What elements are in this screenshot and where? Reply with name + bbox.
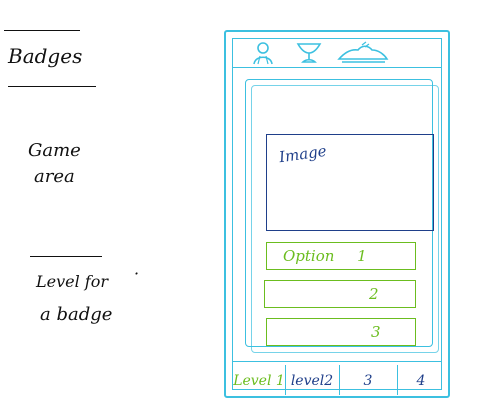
tab-level-1[interactable]: Level 1 — [233, 365, 285, 397]
phone-inner-frame: Image Option 1 2 3 Level 1 level2 3 4 — [232, 38, 442, 395]
level-note-dot: · — [134, 264, 140, 283]
badges-bottom-rule — [8, 86, 96, 87]
tab-divider-3 — [397, 365, 398, 395]
toolbar-separator — [233, 67, 441, 68]
game-area-note-line2: area — [34, 166, 75, 187]
image-placeholder: Image — [266, 134, 434, 231]
tab-level-4[interactable]: 4 — [399, 365, 443, 397]
badges-top-rule — [4, 30, 80, 31]
level-note-line1: Level for — [36, 272, 109, 291]
option-1-label: Option 1 — [283, 247, 367, 265]
level-note-rule — [30, 256, 102, 257]
game-area-card: Image Option 1 2 3 — [245, 79, 434, 347]
phone-frame: Image Option 1 2 3 Level 1 level2 3 4 — [224, 30, 450, 398]
option-1-button[interactable]: Option 1 — [266, 242, 416, 270]
option-3-label: 3 — [371, 323, 381, 341]
profile-button[interactable] — [241, 41, 285, 65]
option-3-button[interactable]: 3 — [266, 318, 416, 346]
option-2-button[interactable]: 2 — [264, 280, 416, 308]
trophy-button[interactable] — [287, 41, 331, 65]
profile-icon — [253, 42, 273, 65]
tab-divider-2 — [339, 365, 340, 395]
trophy-icon — [296, 43, 322, 63]
game-area-note-line1: Game — [28, 140, 81, 161]
tab-level-3[interactable]: 3 — [341, 365, 395, 397]
ship-button[interactable] — [333, 41, 393, 65]
tab-divider-1 — [285, 365, 286, 395]
badges-note: Badges — [8, 44, 83, 68]
level-note-line2: a badge — [40, 304, 113, 325]
tab-level-2[interactable]: level2 — [287, 365, 337, 397]
option-2-label: 2 — [369, 285, 379, 303]
ship-icon — [337, 41, 389, 63]
level-bar-separator — [233, 361, 441, 362]
image-label: Image — [277, 141, 328, 167]
